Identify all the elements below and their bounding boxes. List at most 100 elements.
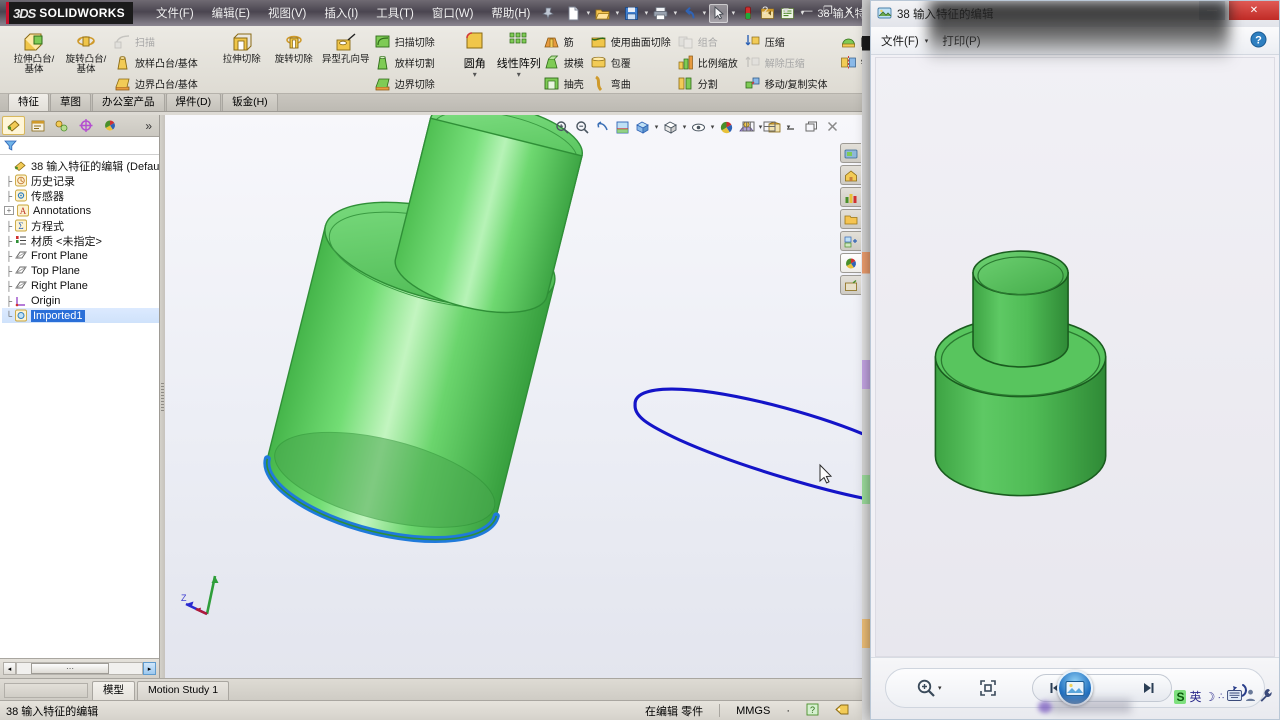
feature-manager-tab[interactable] [2,116,25,135]
minimize-icon[interactable]: — [798,4,816,19]
tile-vertical-icon[interactable] [760,117,779,136]
pin-menu-icon[interactable] [539,4,558,23]
tree-horizontal-scroll[interactable]: ◂ ⋯ ▸ [0,658,159,678]
keyboard-icon[interactable] [1227,689,1242,704]
menu-help[interactable]: 帮助(H) [482,2,539,24]
fillet-button[interactable]: 圆角 ▾ [453,30,497,79]
menu-insert[interactable]: 插入(I) [315,2,367,24]
tree-node-part[interactable]: 38 输入特征的编辑 (Default<· [2,158,159,173]
scroll-left-button[interactable]: ◂ [3,662,16,675]
save-icon[interactable] [622,4,641,23]
restore-icon[interactable]: ❐ [819,4,837,19]
tree-node-top-plane[interactable]: ├ Top Plane [2,263,159,278]
loft-cut-button[interactable]: 放样切割 [372,52,439,72]
part-body[interactable] [256,115,593,560]
scrollbar-thumb[interactable]: ⋯ [31,663,109,674]
print-icon[interactable] [651,4,670,23]
tree-node-origin[interactable]: ├ Origin [2,293,159,308]
pv-minimize-button[interactable]: — [1199,1,1225,20]
cut-with-surface-button[interactable]: 使用曲面切除 [588,31,675,51]
punctuation-icon[interactable]: ∴ [1218,691,1224,702]
design-library-icon[interactable] [840,143,861,163]
rib-button[interactable]: 筋 [541,31,588,51]
zoom-button[interactable]: ▾ [916,678,942,698]
tree-node-right-plane[interactable]: ├ Right Plane [2,278,159,293]
mirror-button[interactable]: 镜向 [838,52,862,72]
tree-filter-bar[interactable] [0,137,159,155]
chevron-down-icon[interactable]: ▾ [709,123,716,131]
tab-features[interactable]: 特征 [8,93,49,111]
manager-tabs-overflow[interactable]: » [145,119,159,133]
menu-file[interactable]: 文件(F) [147,2,203,24]
tile-horizontal-icon[interactable] [739,117,758,136]
wrench-icon[interactable] [1259,688,1273,705]
new-doc-icon[interactable] [564,4,583,23]
zoom-to-area-icon[interactable] [573,118,592,137]
menu-window[interactable]: 窗口(W) [423,2,483,24]
display-style-icon[interactable] [661,118,680,137]
tab-office-products[interactable]: 办公室产品 [92,93,165,111]
combine-button[interactable]: 组合 [675,31,742,51]
tab-model[interactable]: 模型 [92,681,135,700]
tree-node-material[interactable]: ├ 材质 <未指定> [2,233,159,248]
close-icon[interactable] [823,117,842,136]
suppress-button[interactable]: 压缩 [742,31,832,51]
chevron-down-icon[interactable]: ▾ [681,123,688,131]
file-explorer-icon[interactable] [840,209,861,229]
view-orientation-icon[interactable] [633,118,652,137]
ime-logo[interactable]: S [1174,689,1187,704]
sweep-button[interactable]: 扫描 [112,31,202,51]
previous-view-icon[interactable] [593,118,612,137]
status-units[interactable]: MMGS [736,705,770,717]
split-button[interactable]: 分割 [675,73,742,93]
zoom-to-fit-icon[interactable] [553,118,572,137]
linear-pattern-button[interactable]: 线性阵列 ▾ [497,30,541,79]
sweep-cut-button[interactable]: 扫描切除 [372,31,439,51]
help-icon[interactable]: ? [756,4,774,19]
tab-motion-study[interactable]: Motion Study 1 [137,681,230,700]
menu-tools[interactable]: 工具(T) [367,2,423,24]
boundary-boss-button[interactable]: 边界凸台/基体 [112,73,202,93]
close-icon[interactable]: ✕ [840,4,858,19]
pv-menu-file[interactable]: 文件(F) [881,33,919,49]
menu-edit[interactable]: 编辑(E) [203,2,259,24]
expander-icon[interactable]: + [4,206,14,215]
unsuppress-button[interactable]: 解除压缩 [742,52,832,72]
tree-node-history[interactable]: ├ 历史记录 [2,173,159,188]
revolve-boss-button[interactable]: 旋转凸台/基体 [60,30,112,77]
wrap-button[interactable]: 包覆 [588,52,675,72]
tree-node-equations[interactable]: ├ Σ 方程式 [2,218,159,233]
extrude-cut-button[interactable]: 拉伸切除 [216,30,268,67]
tools-icon[interactable] [1245,689,1256,705]
model-viewport[interactable] [165,115,862,678]
question-icon[interactable]: ? [806,703,819,719]
tab-sketch[interactable]: 草图 [50,93,91,111]
zoom-dropdown-icon[interactable]: ▾ [938,684,942,692]
extrude-boss-button[interactable]: 拉伸凸台/基体 [8,30,60,77]
undo-icon[interactable] [680,4,699,23]
dimxpert-manager-tab[interactable] [74,116,97,135]
help-blue-icon[interactable]: ? [1250,31,1267,51]
tab-weldments[interactable]: 焊件(D) [165,93,222,111]
view-palette-icon[interactable] [840,231,861,251]
display-manager-tab[interactable] [98,116,121,135]
status-units-caret[interactable]: · [786,705,790,717]
move-copy-body-button[interactable]: 移动/复制实体 [742,73,832,93]
chevron-down-icon[interactable]: ▾ [653,123,660,131]
tab-sheet-metal[interactable]: 钣金(H) [222,93,278,111]
minimize-icon[interactable] [781,117,800,136]
restore-icon[interactable] [802,117,821,136]
section-view-icon[interactable] [613,118,632,137]
scale-button[interactable]: 比例缩放 [675,52,742,72]
tag-icon[interactable] [835,703,850,719]
tree-node-front-plane[interactable]: ├ Front Plane [2,248,159,263]
ime-mode[interactable]: 英 [1189,688,1201,705]
tree-node-imported1[interactable]: └ Imported1 [2,308,159,323]
hide-show-icon[interactable] [689,118,708,137]
flex-button[interactable]: 弯曲 [588,73,675,93]
draft-button[interactable]: 拔模 [541,52,588,72]
pv-menu-file-ca ret[interactable]: ▾ [925,37,929,45]
select-icon[interactable] [709,3,729,23]
hole-wizard-button[interactable]: 异型孔向导 [320,30,372,67]
pv-menu-print[interactable]: 打印(P) [942,33,980,49]
